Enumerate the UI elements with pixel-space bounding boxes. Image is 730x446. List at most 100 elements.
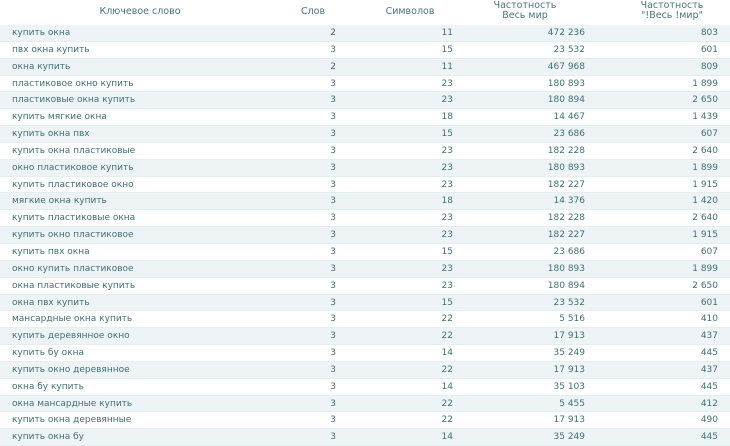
keyword-cell: купить бу окна	[12, 348, 84, 359]
frequency-exact-cell: 437	[700, 364, 718, 375]
table-row[interactable]: купить мягкие окна 3 18 14 467 1 439	[0, 109, 730, 127]
char-count-cell: 23	[441, 95, 453, 106]
table-row[interactable]: пластиковые окна купить 3 23 180 894 2 650	[0, 92, 730, 110]
frequency-exact-cell: 607	[700, 246, 718, 257]
table-row[interactable]: купить окно пластиковое 3 23 182 227 1 915	[0, 227, 730, 244]
char-count-cell: 23	[441, 263, 453, 274]
frequency-exact-cell: 2 640	[692, 213, 718, 224]
table-row[interactable]: окно пластиковое купить 3 23 180 893 1 899	[0, 159, 730, 177]
word-count-cell: 3	[330, 297, 336, 308]
frequency-all-cell: 467 968	[547, 61, 585, 72]
keyword-cell: пластиковое окно купить	[12, 78, 134, 89]
keyword-cell: купить окна бу	[12, 432, 84, 443]
word-count-cell: 2	[330, 61, 336, 72]
table-row[interactable]: пластиковое окно купить 3 23 180 893 1 899	[0, 75, 730, 93]
char-count-cell: 15	[441, 246, 453, 257]
word-count-cell: 3	[330, 179, 336, 190]
char-count-cell: 18	[441, 196, 453, 207]
table-row[interactable]: купить окна деревянные 3 22 17 913 490	[0, 412, 730, 430]
table-row[interactable]: окна мансардные купить 3 22 5 455 412	[0, 395, 730, 413]
table-header: Ключевое слово Слов Символов Частотность…	[0, 0, 730, 24]
word-count-cell: 2	[330, 28, 336, 38]
table-row[interactable]: купить окна пвх 3 15 23 686 607	[0, 126, 730, 143]
table-row[interactable]: купить окна 2 11 472 236 803	[0, 25, 730, 42]
word-count-cell: 3	[330, 398, 336, 409]
keyword-cell: купить деревянное окно	[12, 331, 130, 342]
col-header-freq-exact[interactable]: Частотность "!Весь !мир"	[622, 1, 722, 21]
frequency-exact-cell: 809	[700, 61, 718, 72]
frequency-all-cell: 35 249	[553, 432, 586, 443]
frequency-exact-cell: 1 915	[692, 230, 718, 241]
char-count-cell: 15	[441, 297, 453, 308]
col-header-freq-all-line2: Весь мир	[502, 10, 548, 21]
frequency-all-cell: 182 228	[547, 213, 585, 224]
keyword-cell: купить окна	[12, 28, 71, 38]
table-row[interactable]: купить деревянное окно 3 22 17 913 437	[0, 328, 730, 346]
frequency-exact-cell: 607	[700, 129, 718, 140]
frequency-exact-cell: 410	[700, 314, 718, 325]
table-row[interactable]: мансардные окна купить 3 22 5 516 410	[0, 311, 730, 329]
table-row[interactable]: купить окна пластиковые 3 23 182 228 2 640	[0, 142, 730, 160]
table-row[interactable]: окна пластиковые купить 3 23 180 894 2 650	[0, 277, 730, 295]
table-row[interactable]: купить окна бу 3 14 35 249 445	[0, 429, 730, 446]
col-header-words[interactable]: Слов	[288, 7, 338, 17]
keyword-cell: окна пвх купить	[12, 297, 90, 308]
keyword-cell: окно пластиковое купить	[12, 162, 134, 173]
table-row[interactable]: окна пвх купить 3 15 23 532 601	[0, 294, 730, 312]
col-header-keyword[interactable]: Ключевое слово	[60, 7, 220, 17]
char-count-cell: 23	[441, 280, 453, 291]
table-row[interactable]: купить пластиковые окна 3 23 182 228 2 640	[0, 210, 730, 228]
word-count-cell: 3	[330, 280, 336, 291]
word-count-cell: 3	[330, 162, 336, 173]
table-row[interactable]: мягкие окна купить 3 18 14 376 1 420	[0, 193, 730, 211]
frequency-exact-cell: 1 915	[692, 179, 718, 190]
frequency-all-cell: 182 228	[547, 145, 585, 156]
table-row[interactable]: окна купить 2 11 467 968 809	[0, 58, 730, 76]
char-count-cell: 23	[441, 213, 453, 224]
frequency-exact-cell: 601	[700, 297, 718, 308]
frequency-exact-cell: 1 420	[692, 196, 718, 207]
frequency-all-cell: 23 686	[553, 246, 586, 257]
keyword-cell: окна мансардные купить	[12, 398, 133, 409]
col-header-freq-exact-line2: "!Весь !мир"	[641, 10, 703, 21]
word-count-cell: 3	[330, 381, 336, 392]
char-count-cell: 23	[441, 230, 453, 241]
table-row[interactable]: окно купить пластиковое 3 23 180 893 1 899	[0, 260, 730, 278]
table-row[interactable]: купить бу окна 3 14 35 249 445	[0, 345, 730, 362]
keyword-cell: купить окно деревянное	[12, 364, 130, 375]
frequency-exact-cell: 1 899	[692, 78, 718, 89]
char-count-cell: 18	[441, 112, 453, 123]
char-count-cell: 23	[441, 78, 453, 89]
frequency-exact-cell: 1 439	[692, 112, 718, 123]
word-count-cell: 3	[330, 213, 336, 224]
table-row[interactable]: окна бу купить 3 14 35 103 445	[0, 378, 730, 396]
frequency-exact-cell: 2 640	[692, 145, 718, 156]
frequency-all-cell: 35 103	[553, 381, 586, 392]
char-count-cell: 14	[441, 381, 453, 392]
table-row[interactable]: пвх окна купить 3 15 23 532 601	[0, 41, 730, 59]
frequency-all-cell: 5 516	[559, 314, 585, 325]
frequency-exact-cell: 2 650	[692, 280, 718, 291]
frequency-all-cell: 180 893	[547, 162, 585, 173]
frequency-exact-cell: 1 899	[692, 263, 718, 274]
col-header-freq-all[interactable]: Частотность Весь мир	[480, 1, 570, 21]
keyword-cell: купить окно пластиковое	[12, 230, 134, 241]
frequency-exact-cell: 490	[700, 415, 718, 426]
col-header-chars[interactable]: Символов	[370, 7, 450, 17]
keyword-table: Ключевое слово Слов Символов Частотность…	[0, 0, 730, 446]
frequency-exact-cell: 445	[700, 348, 718, 359]
frequency-all-cell: 14 376	[553, 196, 586, 207]
frequency-all-cell: 23 532	[553, 297, 586, 308]
word-count-cell: 3	[330, 364, 336, 375]
table-row[interactable]: купить окно деревянное 3 22 17 913 437	[0, 361, 730, 379]
table-row[interactable]: купить пластиковое окно 3 23 182 227 1 915	[0, 176, 730, 194]
frequency-all-cell: 5 455	[559, 398, 585, 409]
word-count-cell: 3	[330, 348, 336, 359]
frequency-all-cell: 180 893	[547, 263, 585, 274]
table-row[interactable]: купить пвх окна 3 15 23 686 607	[0, 243, 730, 261]
char-count-cell: 22	[441, 364, 453, 375]
frequency-exact-cell: 412	[700, 398, 718, 409]
word-count-cell: 3	[330, 129, 336, 140]
keyword-cell: мансардные окна купить	[12, 314, 133, 325]
word-count-cell: 3	[330, 112, 336, 123]
